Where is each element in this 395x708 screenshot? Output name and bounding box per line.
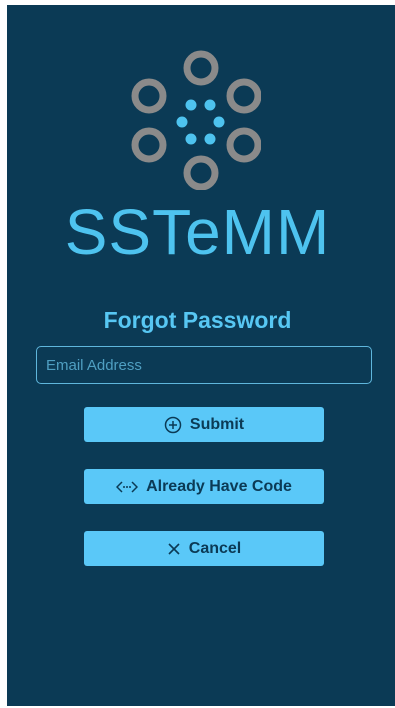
- already-have-code-label: Already Have Code: [146, 477, 292, 495]
- already-have-code-button[interactable]: Already Have Code: [84, 469, 324, 504]
- plus-circle-icon: [164, 416, 182, 434]
- submit-button[interactable]: Submit: [84, 407, 324, 442]
- page-title: Forgot Password: [103, 307, 292, 333]
- logo-icon: [131, 50, 261, 190]
- cancel-label: Cancel: [188, 539, 242, 557]
- code-arrows-icon: [116, 480, 139, 494]
- email-field[interactable]: [36, 346, 372, 384]
- cancel-button[interactable]: Cancel: [84, 531, 324, 566]
- brand-name: SSTeMM: [64, 196, 331, 268]
- close-icon: [167, 542, 181, 556]
- submit-label: Submit: [189, 415, 245, 433]
